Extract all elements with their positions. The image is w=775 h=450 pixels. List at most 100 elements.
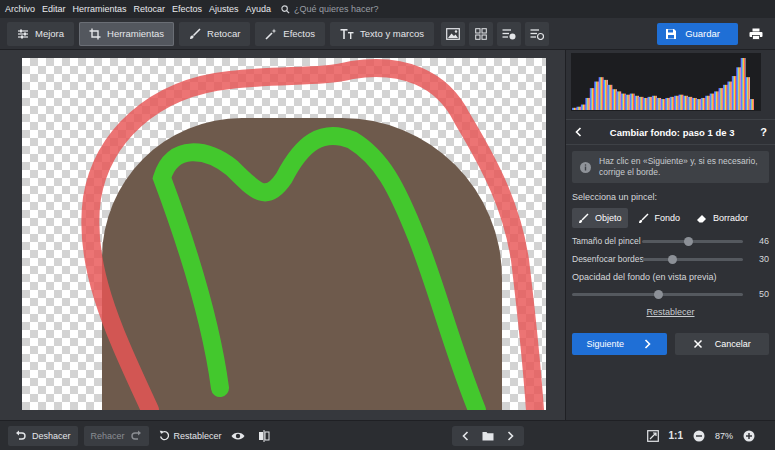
info-icon (580, 162, 591, 173)
slider-knob[interactable] (654, 290, 663, 299)
histogram-bar (692, 98, 697, 110)
menu-item[interactable]: Archivo (5, 4, 35, 14)
slider-track[interactable] (572, 293, 743, 296)
histogram-bar (718, 88, 723, 110)
reset-link[interactable]: Restablecer (646, 307, 694, 317)
histogram-bar (679, 95, 684, 110)
histogram-bar (625, 95, 630, 110)
bottom-bar: Deshacer Rehacer Restablecer 1:187% (0, 420, 775, 450)
menu-item[interactable]: Efectos (172, 4, 202, 14)
previous-button[interactable] (455, 426, 477, 446)
slider-knob[interactable] (684, 237, 693, 246)
reset-icon (159, 430, 170, 441)
menu-item[interactable]: Ayuda (246, 4, 271, 14)
next-button[interactable]: Siguiente (572, 333, 667, 355)
next-label: Siguiente (586, 339, 624, 349)
back-arrow-icon[interactable] (574, 127, 584, 137)
menu-item[interactable]: Ajustes (209, 4, 239, 14)
zoom-out-button[interactable] (689, 426, 709, 446)
slider-knob[interactable] (668, 255, 677, 264)
menu-item[interactable]: Herramientas (73, 4, 127, 14)
text-icon (340, 28, 354, 40)
search-field[interactable]: ¿Qué quieres hacer? (281, 4, 379, 14)
object-stroke (162, 136, 477, 410)
tab[interactable]: Herramientas (79, 22, 174, 46)
grid-icon (475, 28, 487, 40)
image-canvas[interactable] (22, 58, 546, 410)
slider-row: Opacidad del fondo (en vista previa)50 (572, 272, 769, 299)
histogram-bar (585, 98, 590, 110)
plus-icon (743, 430, 755, 442)
collage-button[interactable] (469, 22, 493, 46)
histogram-bar (590, 88, 595, 110)
list-clock-icon (530, 28, 544, 40)
undo-button[interactable]: Deshacer (8, 426, 78, 446)
redo-button[interactable]: Rehacer (84, 426, 149, 446)
histogram-bar (630, 94, 635, 110)
image-button[interactable] (441, 22, 465, 46)
histogram-bar (621, 94, 626, 110)
batch-button[interactable] (497, 22, 521, 46)
redo-icon (131, 430, 142, 441)
tab-label: Herramientas (107, 28, 164, 39)
histogram-bar (643, 98, 648, 110)
menu-item[interactable]: Editar (42, 4, 66, 14)
cancel-button[interactable]: Cancelar (675, 333, 770, 355)
tab[interactable]: Efectos (255, 22, 325, 46)
panel-header: Cambiar fondo: paso 1 de 3? (566, 119, 775, 145)
slider-line: 46 (642, 236, 769, 246)
print-button[interactable] (744, 23, 768, 45)
tool-icons (441, 22, 549, 46)
brush-strokes (22, 58, 546, 410)
histogram-bar (705, 96, 710, 110)
slider-track[interactable] (642, 258, 743, 261)
info-text: Haz clic en «Siguiente» y, si es necesar… (599, 156, 761, 178)
histogram-bar (670, 97, 675, 110)
slider-label: Desenfocar bordes (572, 254, 638, 264)
toolbar: Mejora Herramientas RetocarEfectosTexto y … (0, 18, 775, 50)
brush-option[interactable]: Objeto (572, 208, 628, 228)
brush-option[interactable]: Fondo (632, 208, 687, 228)
preview-button[interactable] (228, 426, 248, 446)
brush-option[interactable]: Borrador (690, 208, 754, 228)
undo-icon (15, 430, 26, 441)
presets-button[interactable] (525, 22, 549, 46)
tab[interactable]: Texto y marcos (330, 22, 434, 46)
help-button[interactable]: ? (760, 126, 767, 138)
histogram-chart (572, 56, 754, 110)
brush-icon (638, 213, 649, 224)
actual-size-button[interactable]: 1:1 (669, 430, 683, 441)
menu-item[interactable]: Retocar (134, 4, 166, 14)
reset-row: Restablecer (566, 307, 775, 317)
panel-actions: Siguiente Cancelar (572, 333, 769, 355)
tab[interactable]: Mejora (7, 22, 74, 46)
brush-label: Fondo (655, 213, 681, 223)
open-folder-button[interactable] (477, 426, 499, 446)
reset-button[interactable]: Restablecer (159, 430, 222, 441)
background-stroke (90, 68, 535, 410)
slider-value: 30 (749, 254, 769, 264)
histogram-bar (750, 99, 754, 110)
printer-icon (749, 28, 763, 40)
zoom-in-button[interactable] (739, 426, 759, 446)
slider-track[interactable] (642, 240, 743, 243)
zoom-controls: 1:187% (643, 426, 759, 446)
magic-wand-icon (265, 28, 277, 40)
tab[interactable]: Retocar (179, 22, 250, 46)
histogram-bar (687, 97, 692, 110)
eye-icon (231, 430, 245, 442)
next-image-button[interactable] (499, 426, 521, 446)
list-plus-icon (502, 28, 516, 40)
compare-button[interactable] (254, 426, 274, 446)
sliders-icon (17, 28, 29, 40)
save-button[interactable]: Guardar (657, 23, 738, 45)
brush-label: Selecciona un pincel: (572, 192, 769, 202)
brush-label: Borrador (713, 213, 748, 223)
histogram-bar (576, 107, 581, 110)
close-icon (693, 339, 703, 349)
fit-button[interactable] (643, 426, 663, 446)
floppy-disk-icon (665, 28, 677, 40)
histogram-bar (608, 85, 613, 110)
histogram-bar (723, 85, 728, 110)
histogram-bar (732, 76, 737, 110)
